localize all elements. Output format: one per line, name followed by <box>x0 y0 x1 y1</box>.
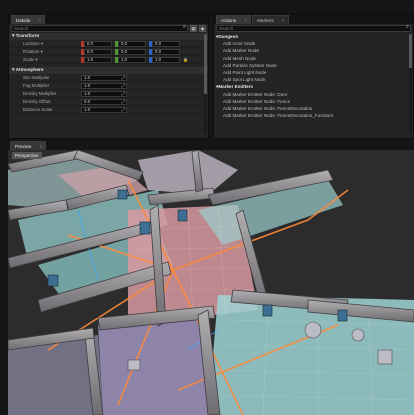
atmosphere-row: Density Offset 0.0 ⤢ <box>9 98 208 106</box>
scale-label[interactable]: Scale ▾ <box>9 57 81 63</box>
property-label: Distance Scale <box>23 107 53 112</box>
category-atmosphere[interactable]: ▾ Atmosphere <box>9 67 208 74</box>
reset-arrow-icon[interactable]: ⤢ <box>122 91 125 96</box>
rotation-x-field[interactable]: 0.0 <box>84 48 112 55</box>
location-row: Location ▾ 0.0 0.0 0.0 <box>9 40 208 48</box>
tab-actions[interactable]: Actions × <box>216 15 252 25</box>
search-icon: ⌕ <box>182 24 186 30</box>
eye-icon[interactable]: ◉ <box>199 25 206 32</box>
actions-search-placeholder: Search <box>219 26 234 31</box>
details-search-placeholder: Search <box>14 26 29 31</box>
property-value-field[interactable]: 1.0 ⤢ <box>81 74 127 81</box>
reset-arrow-icon[interactable]: ⤢ <box>122 83 125 88</box>
prop-crate <box>127 359 141 371</box>
action-item[interactable]: Add Marker Emitter Node: FenceDecoration <box>214 105 413 112</box>
prop-crate <box>377 349 393 365</box>
search-icon: ⌕ <box>405 24 409 30</box>
rotation-label[interactable]: Rotation ▾ <box>9 49 81 55</box>
details-scroll-thumb[interactable] <box>204 34 207 94</box>
action-item[interactable]: Add Particle System Node <box>214 62 413 69</box>
scale-row: Scale ▾ 1.0 1.0 1.0 🔒 <box>9 56 208 64</box>
action-item[interactable]: Add Actor Node <box>214 40 413 47</box>
tab-preview-label: Preview <box>15 144 32 149</box>
atmosphere-title: Atmosphere <box>15 68 44 73</box>
prop-barrel <box>351 328 365 342</box>
tab-markers[interactable]: Markers × <box>252 15 289 24</box>
preview-tabbar: Preview × <box>8 140 414 150</box>
action-item[interactable]: Add Mesh Node <box>214 55 413 62</box>
tab-markers-label: Markers <box>257 18 274 23</box>
action-item[interactable]: Add Spot Light Node <box>214 76 413 83</box>
property-value-field[interactable]: 0.0 ⤢ <box>81 98 127 105</box>
category-transform[interactable]: ▾ Transform <box>9 33 208 40</box>
action-category-label: Dungeon <box>218 34 239 39</box>
details-tabbar: Details × <box>9 14 208 24</box>
dungeon-scene <box>8 150 414 415</box>
property-label: Density Offset <box>23 99 51 104</box>
viewport-mode-button[interactable]: Perspective <box>12 152 42 159</box>
actions-search-row: Search ⌕ <box>214 24 413 33</box>
property-matrix-button[interactable]: ▦ <box>190 25 197 32</box>
scale-x-field[interactable]: 1.0 <box>84 56 112 63</box>
property-label: Density Multiplier <box>23 91 57 96</box>
action-item[interactable]: Add Point Light Node <box>214 69 413 76</box>
atmosphere-rows: Sun Multiplier 1.0 ⤢ Fog Multiplier 1.0 ⤢ Dens… <box>9 74 208 114</box>
close-icon[interactable]: × <box>38 16 41 25</box>
details-search-row: Search ⌕ ▦ ◉ <box>9 24 208 33</box>
reset-arrow-icon[interactable]: ⤢ <box>122 99 125 104</box>
actions-panel: Actions × Markers × Search ⌕ ▾Dungeon Add… <box>213 13 414 139</box>
property-value: 0.0 <box>84 98 90 104</box>
action-category-label: Marker Emitters <box>218 84 254 90</box>
location-z-field[interactable]: 0.0 <box>152 40 180 47</box>
lock-icon[interactable]: 🔒 <box>183 57 188 62</box>
reset-arrow-icon[interactable]: ⤢ <box>122 107 125 112</box>
tab-details[interactable]: Details × <box>11 15 46 25</box>
property-value: 1.0 <box>84 106 90 112</box>
actions-scroll-thumb[interactable] <box>409 34 412 68</box>
atmosphere-row: Density Multiplier 1.0 ⤢ <box>9 90 208 98</box>
actions-tabbar: Actions × Markers × <box>214 14 413 24</box>
action-item[interactable]: Add Marker Emitter Node: Door <box>214 91 413 98</box>
prop-barrel <box>304 321 322 339</box>
actions-search-input[interactable]: Search ⌕ <box>216 24 411 32</box>
action-item[interactable]: Add Marker Emitter Node: FenceDecoration… <box>214 112 413 119</box>
property-value-field[interactable]: 1.0 ⤢ <box>81 106 127 113</box>
property-value-field[interactable]: 1.0 ⤢ <box>81 90 127 97</box>
action-item[interactable]: Add Marker Node <box>214 47 413 54</box>
reset-arrow-icon[interactable]: ⤢ <box>122 75 125 80</box>
location-label[interactable]: Location ▾ <box>9 41 81 47</box>
transform-title: Transform <box>15 34 40 39</box>
atmosphere-row: Sun Multiplier 1.0 ⤢ <box>9 74 208 82</box>
rotation-y-field[interactable]: 0.0 <box>118 48 146 55</box>
action-item[interactable]: Add Marker Emitter Node: Fence <box>214 98 413 105</box>
scale-y-field[interactable]: 1.0 <box>118 56 146 63</box>
details-panel: Details × Search ⌕ ▦ ◉ ▾ Transform Locat… <box>8 13 209 139</box>
close-icon[interactable]: × <box>282 16 285 25</box>
tab-actions-label: Actions <box>221 18 237 23</box>
location-y-field[interactable]: 0.0 <box>118 40 146 47</box>
details-scrollbar[interactable] <box>204 34 207 134</box>
actions-scrollbar[interactable] <box>409 34 412 134</box>
tab-preview[interactable]: Preview × <box>10 141 47 150</box>
action-list: ▾Dungeon Add Actor Node Add Marker Node Add… <box>214 33 413 119</box>
atmosphere-row: Fog Multiplier 1.0 ⤢ <box>9 82 208 90</box>
preview-viewport[interactable]: Perspective <box>8 150 414 415</box>
property-label: Sun Multiplier <box>23 75 50 80</box>
action-category[interactable]: ▾Marker Emitters <box>214 83 413 90</box>
property-value: 1.0 <box>84 90 90 96</box>
property-label: Fog Multiplier <box>23 83 50 88</box>
property-value: 1.0 <box>84 74 90 80</box>
rotation-row: Rotation ▾ 0.0 0.0 0.0 <box>9 48 208 56</box>
details-search-input[interactable]: Search ⌕ <box>11 24 188 32</box>
atmosphere-row: Distance Scale 1.0 ⤢ <box>9 106 208 114</box>
close-icon[interactable]: × <box>244 16 247 25</box>
rotation-z-field[interactable]: 0.0 <box>152 48 180 55</box>
property-value: 1.0 <box>84 82 90 88</box>
action-category[interactable]: ▾Dungeon <box>214 33 413 40</box>
location-x-field[interactable]: 0.0 <box>84 40 112 47</box>
property-value-field[interactable]: 1.0 ⤢ <box>81 82 127 89</box>
tab-details-label: Details <box>16 18 31 23</box>
scale-z-field[interactable]: 1.0 <box>152 56 180 63</box>
